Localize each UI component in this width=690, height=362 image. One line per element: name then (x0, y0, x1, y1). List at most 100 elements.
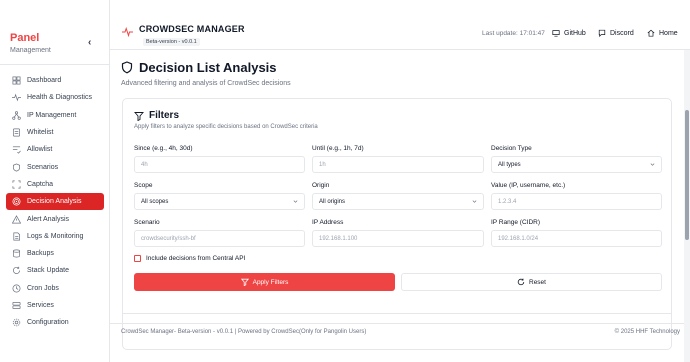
chevron-down-icon (293, 200, 298, 203)
ip-address-input[interactable]: 192.168.1.100 (312, 230, 484, 247)
list-icon (12, 128, 21, 137)
sidebar-item-ip-management[interactable]: IP Management (6, 107, 104, 124)
brand: Panel Management (10, 32, 51, 54)
sidebar-item-alert-analysis[interactable]: Alert Analysis (6, 210, 104, 227)
sidebar-item-label: Configuration (27, 319, 69, 327)
scope-label: Scope (134, 182, 153, 189)
version-badge: Beta-version - v0.0.1 (143, 38, 200, 46)
origin-label: Origin (312, 182, 330, 189)
top-header: CROWDSEC MANAGER Beta-version - v0.0.1 L… (110, 0, 690, 50)
sidebar-item-label: Services (27, 302, 54, 309)
sidebar-item-configuration[interactable]: Configuration (6, 314, 104, 331)
scenario-label: Scenario (134, 219, 160, 226)
origin-select[interactable]: All origins (312, 193, 484, 210)
divider (0, 64, 110, 65)
page-subtitle: Advanced filtering and analysis of Crowd… (121, 80, 291, 87)
decision-type-select[interactable]: All types (491, 156, 662, 173)
collapse-sidebar-icon[interactable]: ‹ (88, 37, 91, 48)
sidebar-item-label: Stack Update (27, 267, 70, 275)
sidebar-item-scenarios[interactable]: Scenarios (6, 158, 104, 175)
sidebar-item-label: Alert Analysis (27, 215, 70, 223)
home-icon (647, 29, 655, 37)
shield-icon (121, 61, 133, 74)
sidebar-item-label: Scenarios (27, 163, 59, 171)
brand-title: Panel (10, 32, 40, 44)
target-icon (12, 197, 21, 206)
until-label: Until (e.g., 1h, 7d) (312, 145, 364, 152)
sidebar-item-label: Decision Analysis (27, 198, 82, 206)
app-title: CROWDSEC MANAGER (139, 24, 245, 34)
last-update: Last update: 17:01:47 (482, 30, 545, 37)
file-text-icon (13, 232, 21, 241)
sidebar-item-stack-update[interactable]: Stack Update (6, 262, 104, 279)
sidebar: Panel Management ‹ Dashboard Health & Di… (0, 0, 110, 362)
refresh-icon (517, 278, 525, 286)
reset-label: Reset (529, 278, 546, 286)
footer-divider (110, 323, 684, 324)
sidebar-item-backups[interactable]: Backups (6, 245, 104, 262)
central-api-label: Include decisions from Central API (146, 255, 246, 262)
scrollbar[interactable] (684, 50, 690, 362)
since-label: Since (e.g., 4h, 30d) (134, 145, 193, 152)
filter-icon (240, 278, 249, 286)
next-card-edge (122, 313, 672, 321)
sidebar-item-label: Backups (27, 250, 54, 258)
page-title-text: Decision List Analysis (139, 60, 277, 75)
apply-filters-label: Apply Filters (252, 278, 289, 286)
discord-icon (598, 29, 606, 37)
value-label: Value (IP, username, etc.) (491, 182, 566, 189)
github-label: GitHub (564, 29, 586, 37)
github-link[interactable]: GitHub (552, 29, 586, 37)
discord-label: Discord (610, 29, 634, 37)
sidebar-item-label: Cron Jobs (27, 284, 59, 292)
scrollbar-thumb[interactable] (685, 110, 689, 240)
sidebar-item-allowlist[interactable]: Allowlist (6, 141, 104, 158)
dashboard-icon (12, 76, 21, 85)
until-input[interactable]: 1h (312, 156, 484, 173)
shield-icon (12, 163, 21, 172)
sidebar-item-cron-jobs[interactable]: Cron Jobs (6, 280, 104, 297)
sidebar-item-services[interactable]: Services (6, 297, 104, 314)
reset-button[interactable]: Reset (401, 273, 662, 291)
sidebar-item-label: Logs & Monitoring (27, 232, 84, 240)
sidebar-item-whitelist[interactable]: Whitelist (6, 124, 104, 141)
checkbox-box[interactable] (134, 255, 141, 262)
activity-icon (12, 94, 21, 102)
sidebar-item-decision-analysis[interactable]: Decision Analysis (6, 193, 104, 211)
captcha-icon (12, 180, 21, 189)
main-content: Decision List Analysis Advanced filterin… (110, 50, 684, 362)
since-input[interactable]: 4h (134, 156, 305, 173)
sidebar-item-logs[interactable]: Logs & Monitoring (6, 228, 104, 245)
sidebar-item-label: Captcha (27, 180, 54, 188)
origin-value: All origins (319, 198, 346, 205)
clock-icon (12, 284, 21, 293)
database-icon (12, 249, 21, 258)
sidebar-item-captcha[interactable]: Captcha (6, 176, 104, 193)
activity-logo-icon (122, 27, 133, 37)
sidebar-item-label: Health & Diagnostics (27, 94, 92, 102)
sidebar-item-label: Allowlist (27, 146, 53, 154)
sidebar-item-label: Dashboard (27, 77, 62, 85)
page-title: Decision List Analysis (121, 60, 277, 75)
scope-select[interactable]: All scopes (134, 193, 305, 210)
brand-subtitle: Management (10, 47, 51, 54)
ip-range-input[interactable]: 192.168.1.0/24 (491, 230, 662, 247)
sidebar-item-health[interactable]: Health & Diagnostics (6, 89, 104, 106)
sidebar-item-dashboard[interactable]: Dashboard (6, 72, 104, 89)
filters-subtitle: Apply filters to analyze specific decisi… (134, 124, 318, 130)
filters-title: Filters (134, 110, 179, 121)
central-api-checkbox[interactable]: Include decisions from Central API (134, 255, 245, 262)
list-check-icon (12, 146, 21, 154)
ip-address-label: IP Address (312, 219, 344, 226)
scenario-input[interactable]: crowdsecurity/ssh-bf (134, 230, 305, 247)
ip-range-label: IP Range (CIDR) (491, 219, 541, 226)
discord-link[interactable]: Discord (598, 29, 634, 37)
footer-text: CrowdSec Manager- Beta-version - v0.0.1 … (121, 329, 367, 335)
sidebar-item-label: Whitelist (27, 129, 54, 137)
home-link[interactable]: Home (647, 29, 678, 37)
network-icon (12, 111, 21, 120)
settings-icon (12, 319, 21, 327)
value-input[interactable]: 1.2.3.4 (491, 193, 662, 210)
apply-filters-button[interactable]: Apply Filters (134, 273, 395, 291)
chevron-down-icon (472, 200, 477, 203)
